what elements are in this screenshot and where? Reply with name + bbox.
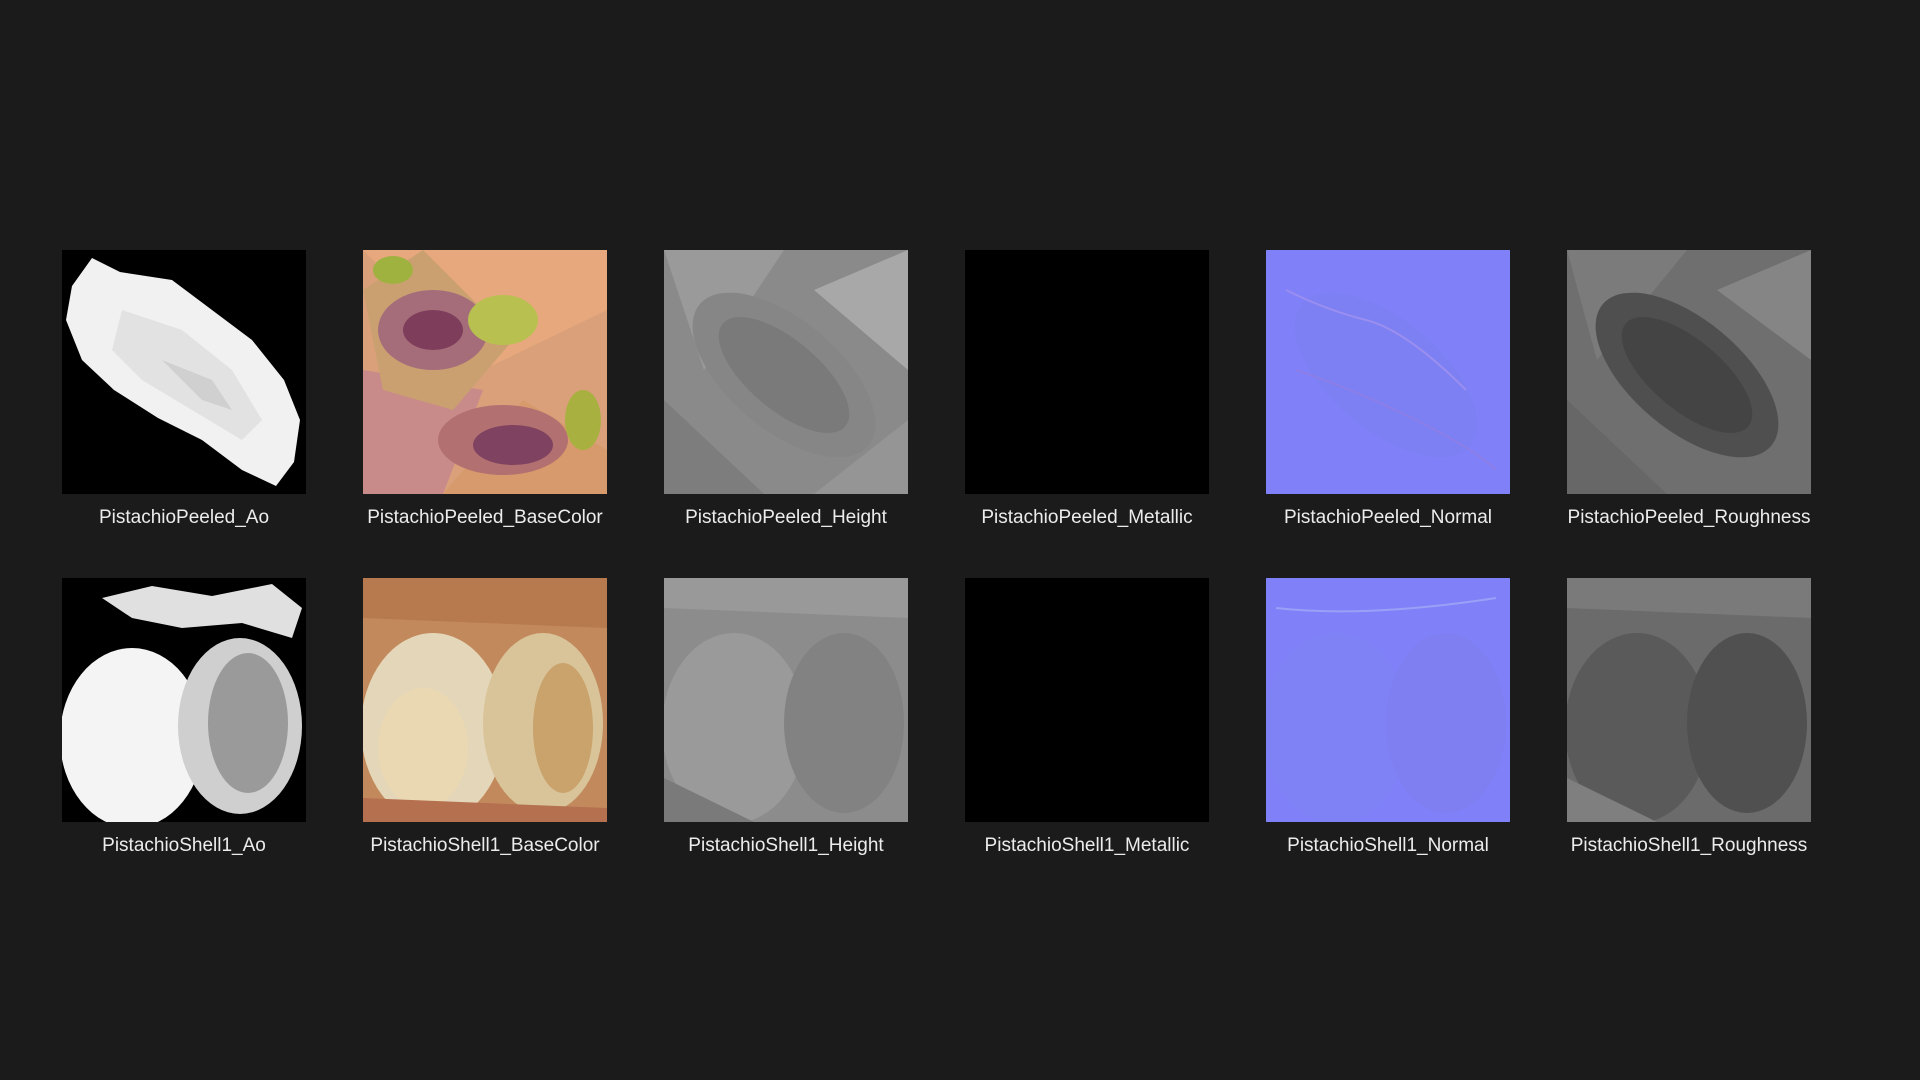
file-name-label: PistachioPeeled_Metallic [981, 507, 1193, 528]
file-tile-pistachioshell1-roughness[interactable]: PistachioShell1_Roughness [1567, 578, 1811, 858]
file-name-label: PistachioShell1_Ao [102, 835, 266, 856]
file-name-label: PistachioShell1_Height [688, 835, 884, 856]
file-name-label: PistachioPeeled_BaseColor [367, 507, 603, 528]
texture-thumbnail-roughness [1567, 578, 1811, 822]
file-tile-pistachioshell1-height[interactable]: PistachioShell1_Height [664, 578, 908, 858]
texture-thumbnail-ao [62, 250, 306, 494]
file-name-label: PistachioShell1_Metallic [984, 835, 1190, 856]
texture-thumbnail-height [664, 250, 908, 494]
file-name-label: PistachioShell1_Normal [1287, 835, 1489, 856]
file-name-label: PistachioShell1_Roughness [1570, 835, 1808, 856]
texture-thumbnail-roughness [1567, 250, 1811, 494]
file-tile-pistachiopeeled-ao[interactable]: PistachioPeeled_Ao [62, 250, 306, 530]
file-tile-pistachioshell1-metallic[interactable]: PistachioShell1_Metallic [965, 578, 1209, 858]
file-name-label: PistachioPeeled_Normal [1283, 507, 1493, 528]
texture-thumbnail-ao [62, 578, 306, 822]
file-tile-pistachiopeeled-roughness[interactable]: PistachioPeeled_Roughness [1567, 250, 1811, 530]
file-tile-pistachiopeeled-basecolor[interactable]: PistachioPeeled_BaseColor [363, 250, 607, 530]
file-name-label: PistachioPeeled_Ao [98, 507, 270, 528]
texture-thumbnail-metallic [965, 578, 1209, 822]
file-tile-pistachiopeeled-metallic[interactable]: PistachioPeeled_Metallic [965, 250, 1209, 530]
file-tile-pistachioshell1-basecolor[interactable]: PistachioShell1_BaseColor [363, 578, 607, 858]
texture-thumbnail-normal [1266, 250, 1510, 494]
texture-thumbnail-height [664, 578, 908, 822]
file-name-label: PistachioShell1_BaseColor [370, 835, 600, 856]
texture-thumbnail-metallic [965, 250, 1209, 494]
file-name-label: PistachioPeeled_Height [685, 507, 887, 528]
file-name-label: PistachioPeeled_Roughness [1567, 507, 1811, 528]
texture-thumbnail-basecolor [363, 250, 607, 494]
texture-thumbnail-normal [1266, 578, 1510, 822]
file-tile-pistachiopeeled-normal[interactable]: PistachioPeeled_Normal [1266, 250, 1510, 530]
file-tile-pistachioshell1-ao[interactable]: PistachioShell1_Ao [62, 578, 306, 858]
file-tile-pistachioshell1-normal[interactable]: PistachioShell1_Normal [1266, 578, 1510, 858]
thumbnail-grid: PistachioPeeled_Ao PistachioPeeled_BaseC… [62, 250, 1854, 858]
file-tile-pistachiopeeled-height[interactable]: PistachioPeeled_Height [664, 250, 908, 530]
texture-thumbnail-basecolor [363, 578, 607, 822]
